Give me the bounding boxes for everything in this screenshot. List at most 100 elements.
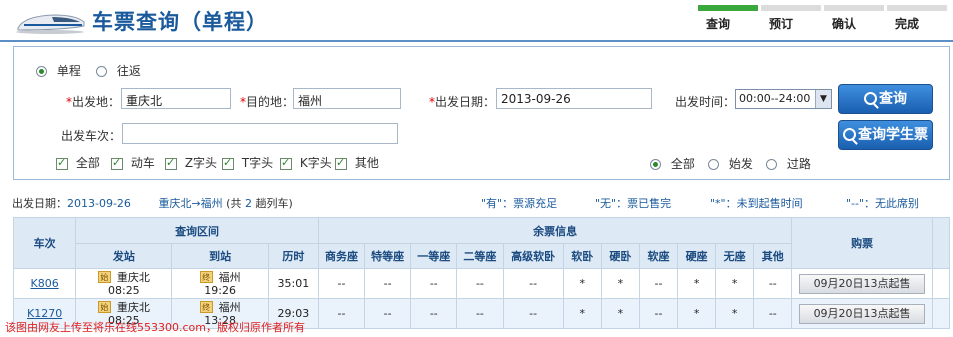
seat-cell: -- xyxy=(502,268,564,299)
train-logo-icon xyxy=(16,14,85,34)
duration-cell: 35:01 xyxy=(267,268,319,299)
summary-count-suffix: 趟列车) xyxy=(255,197,293,210)
progress-steps: 查询 预订 确认 完成 xyxy=(698,5,950,35)
trip-roundtrip-label: 往返 xyxy=(116,64,141,78)
header-seat-soft-sleeper: 软卧 xyxy=(562,243,602,269)
step-label: 查询 xyxy=(706,17,731,31)
page-header: 车票查询（单程） 查询 预订 确认 完成 xyxy=(0,0,953,42)
train-no-label: 出发车次： xyxy=(61,129,122,143)
seat-cell: * xyxy=(715,298,755,329)
terminal-badge: 终 xyxy=(199,300,213,313)
type-all-option[interactable]: 全部 xyxy=(56,154,100,171)
from-station-input[interactable]: 重庆北 xyxy=(121,88,231,109)
checkbox-icon[interactable] xyxy=(335,156,347,170)
step-done: 完成 xyxy=(887,5,947,35)
header-seat-soft-seat: 软座 xyxy=(638,243,679,269)
summary-route: 重庆北→福州 xyxy=(158,197,223,210)
header-interval: 查询区间 xyxy=(75,217,319,244)
type-emu-option[interactable]: 动车 xyxy=(111,154,155,171)
station-filter-label: 全部 xyxy=(670,157,695,171)
step-book: 预订 xyxy=(761,5,821,35)
header-seat-standing: 无座 xyxy=(715,243,755,269)
step-label: 确认 xyxy=(832,17,857,31)
header-seat-hard-sleeper: 硬卧 xyxy=(600,243,640,269)
radio-icon[interactable] xyxy=(650,159,661,170)
header-depart: 发站 xyxy=(75,243,173,269)
chevron-down-icon[interactable]: ▼ xyxy=(815,90,831,108)
seat-cell: -- xyxy=(753,298,793,329)
time-select[interactable]: 00:00--24:00 ▼ xyxy=(735,89,832,109)
step-confirm: 确认 xyxy=(824,5,884,35)
seat-cell: * xyxy=(562,268,602,299)
type-t-option[interactable]: T字头 xyxy=(222,154,273,171)
seat-cell: -- xyxy=(456,298,504,329)
checkbox-icon[interactable] xyxy=(280,156,292,170)
date-input[interactable]: 2013-09-26 xyxy=(496,88,652,109)
summary-date-label: 出发日期： xyxy=(12,197,67,210)
checkbox-icon[interactable] xyxy=(56,156,68,170)
date-label: *出发日期： xyxy=(429,95,496,109)
seat-cell: -- xyxy=(456,268,504,299)
summary-count: 2 xyxy=(244,197,252,210)
student-button-label: 查询学生票 xyxy=(858,127,928,143)
scroll-gutter-cell xyxy=(931,268,951,299)
to-station-input[interactable]: 福州 xyxy=(293,88,401,109)
checkbox-icon[interactable] xyxy=(111,156,123,170)
legend-soldout: "无"：票已售完 xyxy=(595,197,672,210)
trip-oneway-option[interactable]: 单程 xyxy=(36,62,81,79)
seat-cell: -- xyxy=(638,268,679,299)
table-row: K806 始重庆北 08:25 终福州 19:26 35:01 -- -- -- -… xyxy=(12,268,951,299)
checkbox-icon[interactable] xyxy=(222,156,234,170)
header-scroll-gutter xyxy=(931,217,951,269)
seat-cell: -- xyxy=(410,268,458,299)
checkbox-icon[interactable] xyxy=(165,156,177,170)
header-seat-second: 二等座 xyxy=(456,243,504,269)
buy-button[interactable]: 09月20日13点起售 xyxy=(799,273,926,294)
from-label: *出发地： xyxy=(66,95,121,109)
type-other-option[interactable]: 其他 xyxy=(335,154,379,171)
seat-cell: -- xyxy=(317,298,366,329)
train-no-input[interactable] xyxy=(122,123,398,144)
type-label: T字头 xyxy=(241,156,274,170)
seat-cell: * xyxy=(562,298,602,329)
to-label: *目的地： xyxy=(240,95,295,109)
buy-button[interactable]: 09月20日13点起售 xyxy=(799,303,926,324)
header-seat-other: 其他 xyxy=(753,243,793,269)
search-icon xyxy=(864,91,877,105)
station-all-option[interactable]: 全部 xyxy=(650,155,695,172)
step-label: 完成 xyxy=(895,17,920,31)
seat-cell: -- xyxy=(364,268,412,299)
radio-icon[interactable] xyxy=(96,66,107,77)
header-seat-deluxe-sleeper: 高级软卧 xyxy=(502,243,564,269)
type-label: 动车 xyxy=(130,156,155,170)
seat-cell: -- xyxy=(753,268,793,299)
station-origin-option[interactable]: 始发 xyxy=(708,155,753,172)
station-filter-label: 始发 xyxy=(728,157,753,171)
seat-cell: -- xyxy=(410,298,458,329)
seat-cell: -- xyxy=(364,298,412,329)
radio-icon[interactable] xyxy=(766,159,777,170)
legend-notyet: "*"：未到起售时间 xyxy=(710,197,803,210)
student-query-button[interactable]: 查询学生票 xyxy=(838,120,933,150)
summary-count-prefix: (共 xyxy=(226,197,242,210)
summary-line: 出发日期：2013-09-26 重庆北→福州 (共 2 趟列车) xyxy=(12,195,293,211)
radio-icon[interactable] xyxy=(36,66,47,77)
train-no-link[interactable]: K806 xyxy=(30,277,58,290)
watermark-text: 该图由网友上传至将乐在线553300.com，版权归原作者所有 xyxy=(5,321,305,334)
header-remaining: 余票信息 xyxy=(317,217,793,244)
seat-cell: -- xyxy=(317,268,366,299)
query-button[interactable]: 查询 xyxy=(838,84,933,114)
type-k-option[interactable]: K字头 xyxy=(280,154,332,171)
header-seat-hard-seat: 硬座 xyxy=(677,243,717,269)
trip-roundtrip-option[interactable]: 往返 xyxy=(96,62,141,79)
header-train-no: 车次 xyxy=(12,217,77,269)
seat-cell: -- xyxy=(638,298,679,329)
search-panel: 单程 往返 *出发地： 重庆北 *目的地： 福州 *出发日期： 2013-09-… xyxy=(13,46,950,180)
radio-icon[interactable] xyxy=(708,159,719,170)
seat-cell: * xyxy=(600,298,640,329)
trip-oneway-label: 单程 xyxy=(56,64,81,78)
type-z-option[interactable]: Z字头 xyxy=(165,154,217,171)
station-pass-option[interactable]: 过路 xyxy=(766,155,811,172)
seat-cell: * xyxy=(715,268,755,299)
type-label: Z字头 xyxy=(184,156,218,170)
